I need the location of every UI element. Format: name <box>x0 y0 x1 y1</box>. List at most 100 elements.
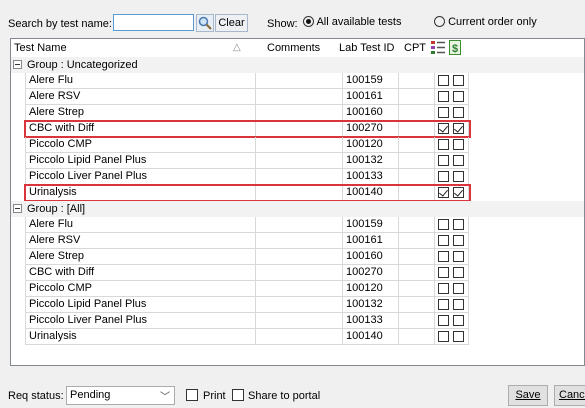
sort-triangle-icon: △ <box>233 42 241 53</box>
column-header-cpt[interactable]: CPT <box>404 42 426 54</box>
billing-checkbox[interactable] <box>453 75 464 86</box>
lab-test-id-cell: 100133 <box>343 169 399 185</box>
test-name-cell: Piccolo Liver Panel Plus <box>25 313 256 329</box>
table-row[interactable]: CBC with Diff 100270 <box>11 120 584 138</box>
table-row[interactable]: CBC with Diff 100270 <box>11 265 584 281</box>
comments-cell[interactable] <box>256 137 343 153</box>
comments-cell[interactable] <box>256 153 343 169</box>
include-checkbox[interactable] <box>438 155 449 166</box>
checkbox-cell <box>435 169 469 185</box>
list-check-icon[interactable] <box>430 40 446 58</box>
comments-cell[interactable] <box>256 121 343 137</box>
lab-test-id-cell: 100132 <box>343 297 399 313</box>
include-checkbox[interactable] <box>438 267 449 278</box>
comments-cell[interactable] <box>256 105 343 121</box>
billing-checkbox[interactable] <box>453 219 464 230</box>
comments-cell[interactable] <box>256 89 343 105</box>
comments-cell[interactable] <box>256 233 343 249</box>
include-checkbox[interactable] <box>438 171 449 182</box>
billing-checkbox[interactable] <box>453 187 464 198</box>
billing-checkbox[interactable] <box>453 251 464 262</box>
comments-cell[interactable] <box>256 313 343 329</box>
checkbox-cell <box>435 313 469 329</box>
collapse-icon[interactable] <box>13 60 22 69</box>
req-status-select[interactable]: Pending ﹀ <box>66 386 175 405</box>
billing-checkbox[interactable] <box>453 283 464 294</box>
cpt-cell <box>399 73 435 89</box>
include-checkbox[interactable] <box>438 91 449 102</box>
group-row[interactable]: Group : Uncategorized <box>11 57 584 73</box>
table-row[interactable]: Urinalysis 100140 <box>11 329 584 345</box>
table-row[interactable]: Alere RSV 100161 <box>11 233 584 249</box>
radio-current-order-only[interactable]: Current order only <box>434 16 537 28</box>
radio-current-indicator[interactable] <box>434 16 445 27</box>
svg-text:$: $ <box>452 43 458 55</box>
cpt-cell <box>399 185 435 201</box>
comments-cell[interactable] <box>256 185 343 201</box>
checkbox-cell <box>435 73 469 89</box>
search-button[interactable] <box>196 14 214 32</box>
table-row[interactable]: Piccolo Liver Panel Plus 100133 <box>11 169 584 185</box>
table-row[interactable]: Alere Flu 100159 <box>11 73 584 89</box>
table-row[interactable]: Piccolo CMP 100120 <box>11 137 584 153</box>
table-row[interactable]: Alere Flu 100159 <box>11 217 584 233</box>
share-to-portal-checkbox[interactable] <box>232 389 244 401</box>
include-checkbox[interactable] <box>438 107 449 118</box>
comments-cell[interactable] <box>256 281 343 297</box>
billing-checkbox[interactable] <box>453 331 464 342</box>
billing-checkbox[interactable] <box>453 107 464 118</box>
test-name-cell: Alere Strep <box>25 105 256 121</box>
include-checkbox[interactable] <box>438 75 449 86</box>
checkbox-cell <box>435 265 469 281</box>
cpt-cell <box>399 265 435 281</box>
billing-checkbox[interactable] <box>453 91 464 102</box>
comments-cell[interactable] <box>256 297 343 313</box>
include-checkbox[interactable] <box>438 299 449 310</box>
billing-checkbox[interactable] <box>453 299 464 310</box>
table-row[interactable]: Piccolo Lipid Panel Plus 100132 <box>11 153 584 169</box>
billing-checkbox[interactable] <box>453 123 464 134</box>
comments-cell[interactable] <box>256 73 343 89</box>
billing-checkbox[interactable] <box>453 155 464 166</box>
cancel-button[interactable]: Cancel <box>554 385 585 406</box>
print-checkbox[interactable] <box>186 389 198 401</box>
column-header-lab-test-id[interactable]: Lab Test ID <box>339 42 394 54</box>
table-row[interactable]: Piccolo Liver Panel Plus 100133 <box>11 313 584 329</box>
include-checkbox[interactable] <box>438 331 449 342</box>
radio-all-indicator[interactable] <box>303 16 314 27</box>
collapse-icon[interactable] <box>13 204 22 213</box>
include-checkbox[interactable] <box>438 251 449 262</box>
table-row[interactable]: Alere Strep 100160 <box>11 249 584 265</box>
comments-cell[interactable] <box>256 169 343 185</box>
comments-cell[interactable] <box>256 249 343 265</box>
include-checkbox[interactable] <box>438 187 449 198</box>
table-row[interactable]: Piccolo Lipid Panel Plus 100132 <box>11 297 584 313</box>
dollar-icon[interactable]: $ <box>449 40 461 58</box>
include-checkbox[interactable] <box>438 283 449 294</box>
billing-checkbox[interactable] <box>453 139 464 150</box>
column-header-test-name[interactable]: Test Name <box>14 42 67 54</box>
include-checkbox[interactable] <box>438 123 449 134</box>
include-checkbox[interactable] <box>438 315 449 326</box>
include-checkbox[interactable] <box>438 235 449 246</box>
table-row[interactable]: Alere Strep 100160 <box>11 105 584 121</box>
table-row[interactable]: Urinalysis 100140 <box>11 184 584 202</box>
group-row[interactable]: Group : [All] <box>11 201 584 217</box>
billing-checkbox[interactable] <box>453 315 464 326</box>
table-row[interactable]: Alere RSV 100161 <box>11 89 584 105</box>
comments-cell[interactable] <box>256 217 343 233</box>
billing-checkbox[interactable] <box>453 171 464 182</box>
comments-cell[interactable] <box>256 329 343 345</box>
billing-checkbox[interactable] <box>453 267 464 278</box>
billing-checkbox[interactable] <box>453 235 464 246</box>
column-header-comments[interactable]: Comments <box>267 42 320 54</box>
comments-cell[interactable] <box>256 265 343 281</box>
save-button[interactable]: Save <box>508 385 548 406</box>
include-checkbox[interactable] <box>438 139 449 150</box>
radio-all-available-tests[interactable]: All available tests <box>303 16 401 28</box>
clear-button[interactable]: Clear <box>215 14 248 32</box>
table-row[interactable]: Piccolo CMP 100120 <box>11 281 584 297</box>
radio-all-label: All available tests <box>316 16 402 28</box>
include-checkbox[interactable] <box>438 219 449 230</box>
search-input[interactable] <box>113 14 194 31</box>
